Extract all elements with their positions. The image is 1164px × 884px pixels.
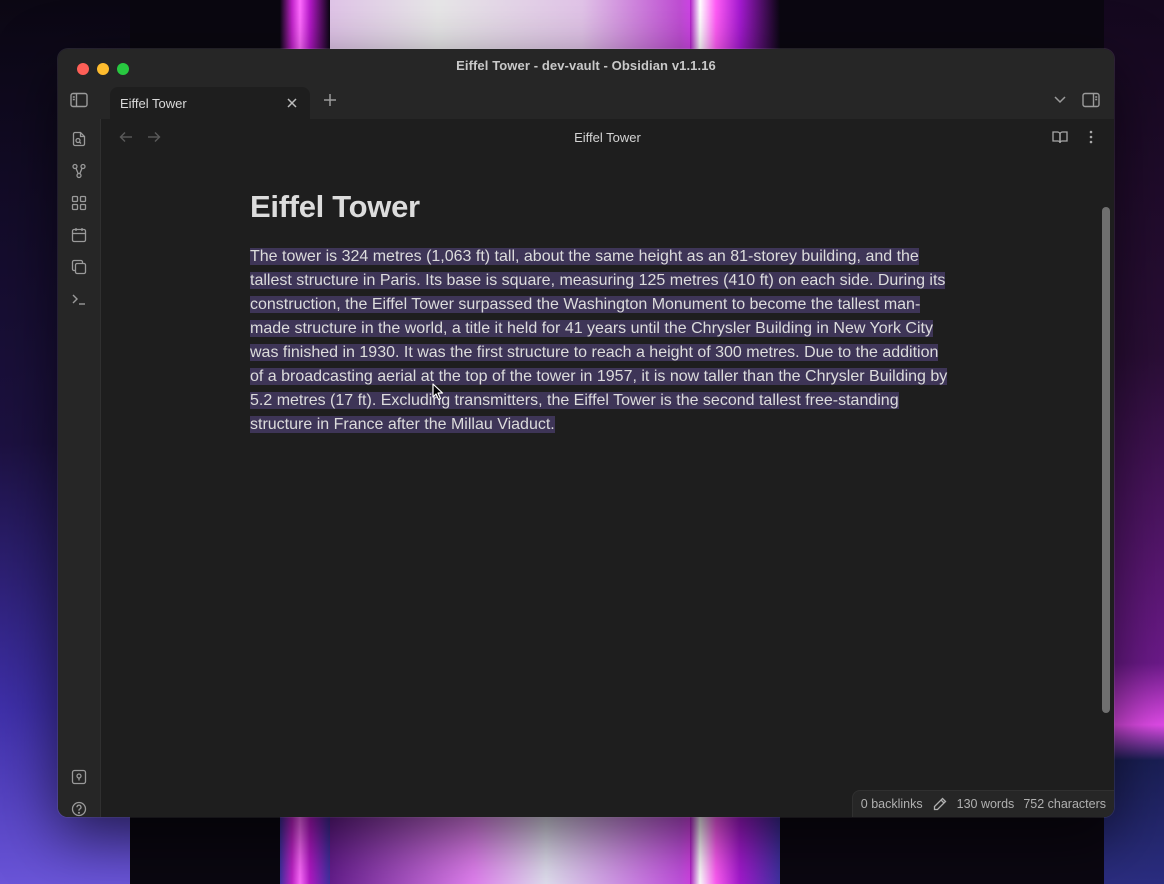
title-bar[interactable]: Eiffel Tower - dev-vault - Obsidian v1.1… [58, 49, 1114, 81]
tab-list-chevron-down-icon[interactable] [1050, 90, 1070, 110]
canvas-icon[interactable] [69, 193, 89, 213]
right-sidebar-toggle-icon[interactable] [1080, 90, 1102, 110]
note-body-paragraph[interactable]: The tower is 324 metres (1,063 ft) tall,… [250, 245, 950, 437]
tab-bar: Eiffel Tower [58, 81, 1114, 119]
navigate-forward-arrow-icon[interactable] [145, 128, 163, 146]
window-controls [77, 63, 129, 75]
character-count: 752 characters [1023, 797, 1106, 811]
mouse-cursor-icon [432, 383, 444, 401]
close-window-button[interactable] [77, 63, 89, 75]
left-ribbon [58, 119, 101, 817]
scrollbar-thumb[interactable] [1102, 207, 1110, 713]
more-options-vertical-dots-icon[interactable] [1084, 128, 1098, 146]
navigate-back-arrow-icon[interactable] [117, 128, 135, 146]
daily-note-calendar-icon[interactable] [69, 225, 89, 245]
help-icon[interactable] [69, 799, 89, 817]
status-bar: 0 backlinks 130 words 752 characters [851, 790, 1114, 817]
graph-view-icon[interactable] [69, 161, 89, 181]
close-tab-icon[interactable] [282, 93, 302, 113]
new-tab-plus-icon[interactable] [320, 90, 340, 110]
open-quick-switcher-icon[interactable] [69, 129, 89, 149]
left-sidebar-toggle-icon[interactable] [68, 90, 90, 110]
tab-label: Eiffel Tower [120, 95, 187, 111]
scrollbar[interactable] [1100, 207, 1112, 733]
backlinks-count[interactable]: 0 backlinks [861, 797, 923, 811]
reading-view-book-icon[interactable] [1050, 128, 1070, 146]
obsidian-window: Eiffel Tower - dev-vault - Obsidian v1.1… [58, 49, 1114, 817]
word-count: 130 words [956, 797, 1015, 811]
tab-eiffel-tower[interactable]: Eiffel Tower [110, 87, 310, 119]
desktop-background-light-bottom [330, 814, 690, 884]
window-title: Eiffel Tower - dev-vault - Obsidian v1.1… [456, 57, 716, 73]
main-content-pane: Eiffel Tower Eiffel Tower The tower is 3… [101, 119, 1114, 817]
view-header: Eiffel Tower [101, 119, 1114, 155]
minimize-window-button[interactable] [97, 63, 109, 75]
selected-text[interactable]: The tower is 324 metres (1,063 ft) tall,… [250, 248, 948, 433]
editing-mode-pencil-icon[interactable] [932, 796, 948, 812]
vault-switcher-icon[interactable] [69, 767, 89, 787]
command-palette-terminal-icon[interactable] [69, 289, 89, 309]
maximize-window-button[interactable] [117, 63, 129, 75]
desktop-background-light-top [330, 0, 690, 50]
view-header-title[interactable]: Eiffel Tower [574, 130, 641, 145]
note-editor[interactable]: Eiffel Tower The tower is 324 metres (1,… [250, 179, 950, 437]
templates-copy-icon[interactable] [69, 257, 89, 277]
note-heading[interactable]: Eiffel Tower [250, 189, 950, 225]
